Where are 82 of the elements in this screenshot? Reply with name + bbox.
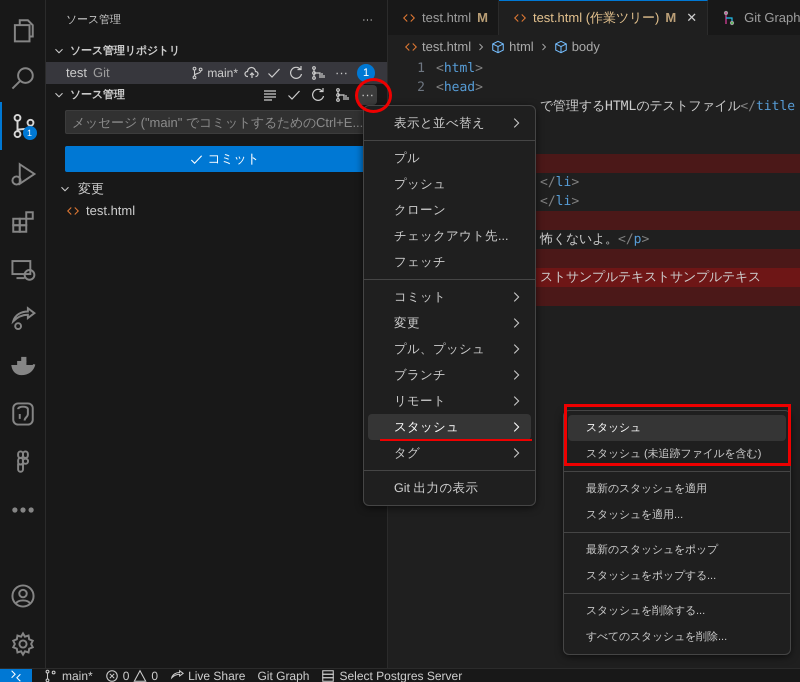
modified-indicator: M xyxy=(477,9,488,28)
menu-item[interactable]: スタッシュをポップする... xyxy=(568,563,786,589)
share-arrow-icon xyxy=(170,669,184,682)
tab-label: test.html xyxy=(422,9,472,28)
elephant-icon[interactable] xyxy=(10,401,36,427)
run-debug-icon[interactable] xyxy=(10,161,36,187)
code-line: 怖くないよ。</p> xyxy=(540,230,650,249)
account-icon[interactable] xyxy=(10,583,36,609)
menu-item[interactable]: スタッシュを削除する... xyxy=(568,598,786,624)
code-line: </li> xyxy=(540,192,580,211)
menu-item[interactable]: 最新のスタッシュを適用 xyxy=(568,476,786,502)
remote-button[interactable] xyxy=(0,669,32,682)
monitor-icon[interactable] xyxy=(10,257,36,283)
repository-name: test xyxy=(66,64,87,82)
branch-status[interactable]: main* xyxy=(62,669,93,682)
extensions-icon[interactable] xyxy=(10,209,36,235)
menu-item[interactable]: スタッシュ xyxy=(368,414,531,440)
graph-icon[interactable] xyxy=(310,65,326,81)
menu-item[interactable]: クローン xyxy=(368,197,531,223)
breadcrumb-item[interactable]: body xyxy=(572,37,600,57)
editor-tab[interactable]: test.html (作業ツリー) M ✕ xyxy=(498,0,708,35)
menu-item[interactable]: タグ xyxy=(368,440,531,466)
graph-icon[interactable] xyxy=(334,87,350,103)
menu-item[interactable]: 最新のスタッシュをポップ xyxy=(568,537,786,563)
error-icon[interactable] xyxy=(104,669,119,682)
refresh-icon[interactable] xyxy=(310,87,326,103)
source-control-icon[interactable] xyxy=(10,113,36,139)
breadcrumb-item[interactable]: test.html xyxy=(422,37,472,57)
changes-header[interactable]: 変更 xyxy=(78,179,104,199)
section-header[interactable]: ソース管理リポジトリ xyxy=(70,42,180,60)
menu-item[interactable]: リモート xyxy=(368,388,531,414)
section-header[interactable]: ソース管理 xyxy=(70,86,258,104)
menu-item[interactable]: 変更 xyxy=(368,310,531,336)
code-line: <head> xyxy=(436,78,483,97)
menu-item[interactable]: コミット xyxy=(368,284,531,310)
badge-count: 1 xyxy=(357,64,375,82)
highlight-circle xyxy=(355,78,392,113)
tab-label: test.html (作業ツリー) xyxy=(532,9,660,28)
breadcrumb-item[interactable]: html xyxy=(509,37,534,57)
code-line: ストサンプルテキストサンプルテキス xyxy=(540,268,761,287)
remote-icon xyxy=(9,669,23,682)
branch-name[interactable]: main* xyxy=(207,64,238,82)
menu-item[interactable]: スタッシュを適用... xyxy=(568,502,786,528)
cube-icon xyxy=(491,40,506,54)
more-button[interactable]: ··· xyxy=(362,12,373,28)
menu-item[interactable]: プル、プッシュ xyxy=(368,336,531,362)
search-icon[interactable] xyxy=(10,65,36,91)
menu-item[interactable]: ブランチ xyxy=(368,362,531,388)
menu-item[interactable]: すべてのスタッシュを削除... xyxy=(568,624,786,650)
branch-icon xyxy=(191,66,206,80)
file-name[interactable]: test.html xyxy=(86,201,136,221)
warning-icon[interactable] xyxy=(133,669,148,682)
live-share-status[interactable]: Live Share xyxy=(188,669,246,682)
line-number: 1 xyxy=(416,60,426,78)
menu-item[interactable]: プッシュ xyxy=(368,171,531,197)
repository-type: Git xyxy=(92,64,110,82)
code-line: で管理するHTMLのテストファイル</title xyxy=(540,98,796,116)
repository-row[interactable]: test Git main* ··· 1 xyxy=(46,62,387,84)
menu-item[interactable]: チェックアウト先... xyxy=(368,223,531,249)
settings-icon[interactable] xyxy=(10,631,36,657)
warning-count[interactable]: 0 xyxy=(151,669,158,682)
code-line: <html> xyxy=(436,60,483,78)
close-button[interactable]: ✕ xyxy=(686,8,698,28)
menu-item[interactable]: フェッチ xyxy=(368,249,531,275)
database-icon xyxy=(321,669,336,682)
code-line: </li> xyxy=(540,174,580,192)
more-button[interactable]: ··· xyxy=(358,85,377,105)
share-arrow-icon[interactable] xyxy=(10,305,36,331)
tab-label: Git Graph xyxy=(744,9,800,28)
menu-item[interactable]: スタッシュ xyxy=(568,415,786,441)
line-number: 2 xyxy=(416,78,426,97)
cloud-upload-icon[interactable] xyxy=(244,65,260,81)
modified-indicator: M xyxy=(665,9,676,28)
badge-count: 1 xyxy=(22,126,36,140)
more-button[interactable]: ··· xyxy=(332,63,351,83)
branch-icon xyxy=(44,669,58,682)
refresh-icon[interactable] xyxy=(288,65,304,81)
sidebar-title: ソース管理 xyxy=(66,12,121,28)
menu-item[interactable]: スタッシュ (未追跡ファイルを含む) xyxy=(568,441,786,467)
error-count[interactable]: 0 xyxy=(122,669,130,682)
cube-icon xyxy=(554,40,568,54)
menu-item[interactable]: Git 出力の表示 xyxy=(368,475,531,501)
